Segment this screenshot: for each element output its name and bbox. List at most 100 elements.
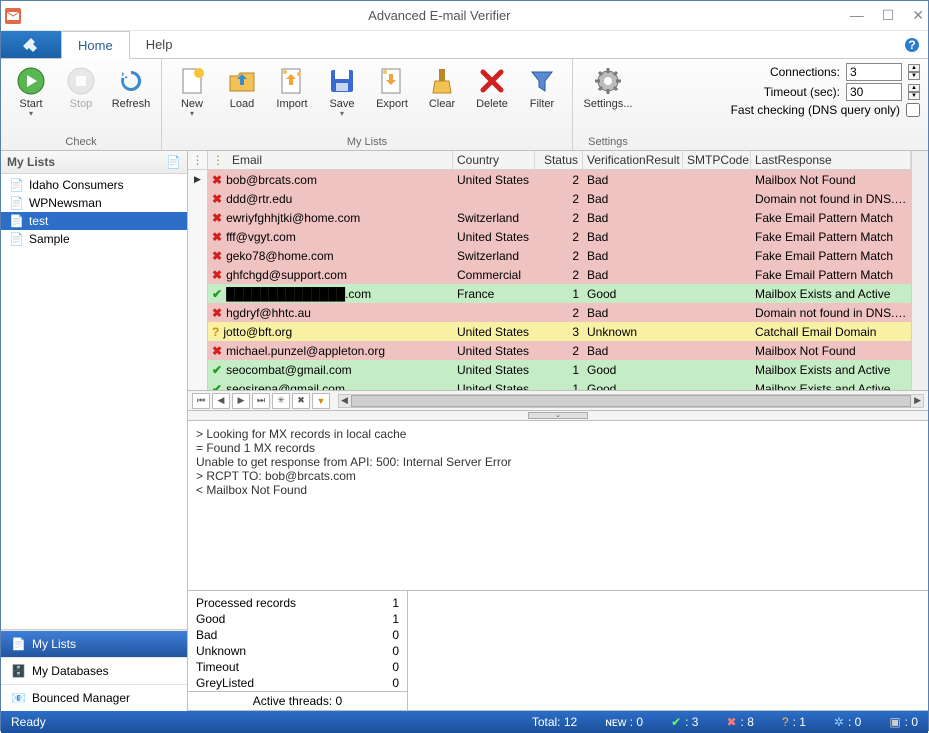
table-row[interactable]: ✔██████████████.com France 1 Good Mailbo…	[208, 284, 911, 303]
nav-bounced[interactable]: 📧Bounced Manager	[1, 684, 187, 711]
export-button[interactable]: Export	[368, 62, 416, 112]
maximize-button[interactable]: ☐	[882, 7, 895, 24]
new-button[interactable]: New▾	[168, 62, 216, 120]
nav-mydatabases[interactable]: 🗄️My Databases	[1, 657, 187, 684]
x-icon: ✖	[212, 211, 222, 225]
list-tree: 📄Idaho Consumers 📄WPNewsman 📄test 📄Sampl…	[1, 174, 187, 629]
settings-button[interactable]: Settings...	[579, 62, 637, 112]
grid-header[interactable]: ⋮Email Country Status VerificationResult…	[208, 151, 911, 170]
stat-row: Bad0	[188, 627, 407, 643]
ribbon: Start▾ Stop Refresh Check New▾ Load Impo…	[1, 59, 928, 151]
stat-row: Unknown0	[188, 643, 407, 659]
nav-first[interactable]: ⏮	[192, 393, 210, 409]
status-total: Total: 12	[532, 715, 577, 729]
fastcheck-checkbox[interactable]	[906, 103, 920, 117]
group-mylists-label: My Lists	[168, 136, 566, 150]
document-icon: 📄	[9, 232, 24, 246]
email-grid[interactable]: ⋮Email Country Status VerificationResult…	[208, 151, 911, 390]
close-button[interactable]: ✕	[912, 7, 924, 24]
table-row[interactable]: ✖ewriyfghhjtki@home.com Switzerland 2 Ba…	[208, 208, 911, 227]
document-icon: 📄	[9, 178, 24, 192]
title-bar: Advanced E-mail Verifier — ☐ ✕	[1, 1, 928, 31]
gutter-header-icon[interactable]: ⋮	[188, 151, 207, 170]
status-grey: ▣: 0	[889, 715, 918, 729]
log-panel: > Looking for MX records in local cache …	[188, 421, 928, 591]
load-button[interactable]: Load	[218, 62, 266, 112]
refresh-button[interactable]: Refresh	[107, 62, 155, 112]
timeout-input[interactable]	[846, 83, 902, 101]
database-icon: 🗄️	[11, 664, 26, 678]
connections-input[interactable]	[846, 63, 902, 81]
list-item[interactable]: 📄WPNewsman	[1, 194, 187, 212]
stats-empty	[408, 591, 928, 710]
menu-bar: Home Help ?	[1, 31, 928, 59]
row-gutter: ⋮ ▶	[188, 151, 208, 390]
stop-button[interactable]: Stop	[57, 62, 105, 112]
check-icon: ✔	[212, 363, 222, 377]
filter-button[interactable]: Filter	[518, 62, 566, 112]
table-row[interactable]: ✖bob@brcats.com United States 2 Bad Mail…	[208, 170, 911, 189]
x-icon: ✖	[212, 192, 222, 206]
status-bar: Ready Total: 12 ɴᴇᴡ : 0 ✔: 3 ✖: 8 ?: 1 ✲…	[1, 711, 928, 733]
nav-mylists[interactable]: 📄My Lists	[1, 630, 187, 657]
start-button[interactable]: Start▾	[7, 62, 55, 120]
nav-last[interactable]: ⏭	[252, 393, 270, 409]
nav-del[interactable]: ✖	[292, 393, 310, 409]
status-new: ɴᴇᴡ : 0	[605, 715, 643, 729]
list-icon: 📄	[11, 637, 26, 651]
table-row[interactable]: ✖ddd@rtr.edu 2 Bad Domain not found in D…	[208, 189, 911, 208]
nav-next[interactable]: ▶	[232, 393, 250, 409]
app-icon	[5, 8, 21, 24]
clear-button[interactable]: Clear	[418, 62, 466, 112]
fastcheck-label: Fast checking (DNS query only)	[731, 103, 900, 117]
connections-spinner[interactable]: ▲▼	[908, 64, 920, 80]
help-icon[interactable]: ?	[904, 31, 920, 58]
x-icon: ✖	[212, 306, 222, 320]
nav-new[interactable]: ✳	[272, 393, 290, 409]
file-menu-button[interactable]	[1, 31, 61, 58]
minimize-button[interactable]: —	[850, 7, 864, 24]
timeout-spinner[interactable]: ▲▼	[908, 84, 920, 100]
table-row[interactable]: ✖geko78@home.com Switzerland 2 Bad Fake …	[208, 246, 911, 265]
status-unknown: ?: 1	[782, 715, 806, 729]
list-item[interactable]: 📄Idaho Consumers	[1, 176, 187, 194]
tab-home[interactable]: Home	[61, 31, 130, 59]
document-icon: 📄	[9, 214, 24, 228]
nav-prev[interactable]: ◀	[212, 393, 230, 409]
question-icon: ?	[212, 325, 219, 339]
stat-row: GreyListed0	[188, 675, 407, 691]
x-icon: ✖	[212, 173, 222, 187]
table-row[interactable]: ?jotto@bft.org United States 3 Unknown C…	[208, 322, 911, 341]
delete-button[interactable]: Delete	[468, 62, 516, 112]
table-row[interactable]: ✔seocombat@gmail.com United States 1 Goo…	[208, 360, 911, 379]
bounce-icon: 📧	[11, 691, 26, 705]
x-icon: ✖	[212, 344, 222, 358]
group-check-label: Check	[7, 136, 155, 150]
list-item[interactable]: 📄test	[1, 212, 187, 230]
x-icon: ✖	[212, 230, 222, 244]
horizontal-scrollbar[interactable]: ◀▶	[338, 394, 924, 408]
status-timeout: ✲: 0	[834, 715, 861, 729]
status-good: ✔: 3	[671, 715, 698, 729]
table-row[interactable]: ✔seosirena@gmail.com United States 1 Goo…	[208, 379, 911, 390]
stat-row: Good1	[188, 611, 407, 627]
svg-text:?: ?	[908, 38, 915, 52]
status-bad: ✖: 8	[726, 715, 753, 729]
import-button[interactable]: Import	[268, 62, 316, 112]
stat-row: Timeout0	[188, 659, 407, 675]
nav-filter[interactable]: ▼	[312, 393, 330, 409]
new-list-icon[interactable]: 📄	[166, 155, 181, 169]
vertical-scrollbar[interactable]	[911, 151, 928, 390]
list-item[interactable]: 📄Sample	[1, 230, 187, 248]
stats-panel: Processed records1Good1Bad0Unknown0Timeo…	[188, 591, 408, 710]
table-row[interactable]: ✖michael.punzel@appleton.org United Stat…	[208, 341, 911, 360]
check-icon: ✔	[212, 382, 222, 391]
table-row[interactable]: ✖fff@vgyt.com United States 2 Bad Fake E…	[208, 227, 911, 246]
save-button[interactable]: Save▾	[318, 62, 366, 120]
x-icon: ✖	[212, 249, 222, 263]
splitter[interactable]: ⌄	[188, 411, 928, 421]
table-row[interactable]: ✖ghfchgd@support.com Commercial 2 Bad Fa…	[208, 265, 911, 284]
table-row[interactable]: ✖hgdryf@hhtc.au 2 Bad Domain not found i…	[208, 303, 911, 322]
tab-help[interactable]: Help	[130, 31, 189, 58]
status-ready: Ready	[11, 715, 46, 729]
